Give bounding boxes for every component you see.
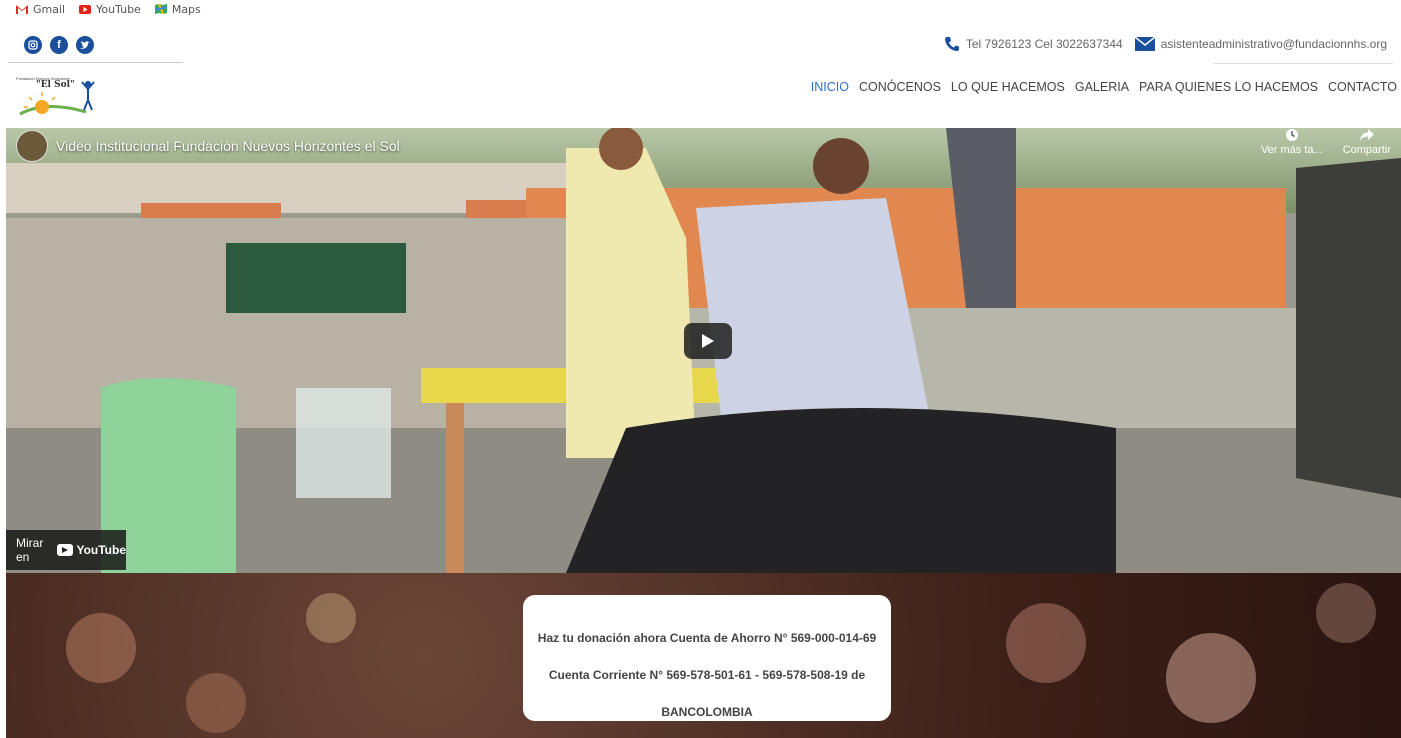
donation-card: Haz tu donación ahora Cuenta de Ahorro N…: [523, 595, 891, 721]
share-icon: [1359, 129, 1374, 141]
instagram-icon[interactable]: [24, 36, 42, 54]
watch-on-youtube-button[interactable]: Mirar en YouTube: [6, 530, 126, 570]
nav-item-para-quienes[interactable]: PARA QUIENES LO HACEMOS: [1139, 80, 1318, 94]
gmail-icon: [16, 4, 28, 14]
video-title[interactable]: Video Institucional Fundación Nuevos Hor…: [56, 138, 400, 154]
twitter-icon[interactable]: [76, 36, 94, 54]
bokeh-light: [1166, 633, 1256, 723]
bokeh-light: [66, 613, 136, 683]
watch-later-label: Ver más ta...: [1260, 144, 1323, 156]
logo-text: "El Sol": [36, 80, 75, 90]
site-logo[interactable]: Fundación Nuevos Horizontes "El Sol": [16, 74, 112, 116]
main-nav: INICIO CONÓCENOS LO QUE HACEMOS GALERIA …: [811, 80, 1397, 94]
video-toolbar: Ver más ta... Compartir: [1261, 128, 1391, 156]
bookmark-youtube[interactable]: YouTube: [79, 3, 141, 16]
nav-item-inicio[interactable]: INICIO: [811, 80, 849, 94]
facebook-icon[interactable]: f: [50, 36, 68, 54]
nav-item-contacto[interactable]: CONTACTO: [1328, 80, 1397, 94]
channel-avatar[interactable]: [16, 130, 48, 162]
share-button[interactable]: Compartir: [1343, 128, 1391, 156]
bookmark-maps[interactable]: Maps: [154, 2, 201, 16]
donation-line-2: Cuenta Corriente N° 569-578-501-61 - 569…: [548, 668, 866, 682]
play-icon: [702, 334, 714, 348]
email-link[interactable]: asistenteadministrativo@fundacionnhs.org: [1161, 37, 1387, 51]
mail-icon: [1134, 37, 1155, 51]
bookmark-label: Gmail: [33, 2, 66, 16]
youtube-logo: YouTube: [57, 543, 126, 557]
video-title-bar[interactable]: Video Institucional Fundación Nuevos Hor…: [16, 130, 400, 162]
maps-icon: [154, 4, 167, 14]
youtube-wordmark: YouTube: [76, 543, 126, 557]
divider: [1213, 63, 1393, 64]
watch-on-label: Mirar en: [16, 536, 44, 564]
donation-line-1: Haz tu donación ahora Cuenta de Ahorro N…: [537, 631, 877, 645]
nav-item-lo-que-hacemos[interactable]: LO QUE HACEMOS: [951, 80, 1065, 94]
bokeh-light: [1006, 603, 1086, 683]
nav-item-conocenos[interactable]: CONÓCENOS: [859, 80, 941, 94]
contact-info: Tel 7926123 Cel 3022637344 asistenteadmi…: [944, 36, 1387, 52]
bookmark-gmail[interactable]: Gmail: [16, 3, 65, 16]
phone-icon: [944, 37, 959, 51]
bokeh-light: [306, 593, 356, 643]
donation-section: Haz tu donación ahora Cuenta de Ahorro N…: [6, 573, 1401, 738]
bookmark-label: Maps: [171, 2, 201, 16]
watch-later-button[interactable]: Ver más ta...: [1261, 128, 1323, 156]
clock-icon: [1285, 129, 1298, 141]
nav-item-galeria[interactable]: GALERIA: [1075, 80, 1129, 94]
play-button[interactable]: [684, 323, 732, 359]
youtube-video-embed[interactable]: Video Institucional Fundación Nuevos Hor…: [6, 128, 1401, 573]
divider: [8, 62, 183, 63]
bookmark-label: YouTube: [96, 2, 141, 16]
youtube-play-icon: [57, 544, 74, 556]
share-label: Compartir: [1342, 144, 1391, 156]
youtube-icon: [79, 4, 92, 14]
phone-text[interactable]: Tel 7926123 Cel 3022637344: [966, 37, 1123, 51]
social-links: f: [24, 36, 94, 54]
bookmarks-bar: Gmail YouTube Maps: [0, 0, 1401, 18]
bokeh-light: [186, 673, 246, 733]
top-bar: f Tel 7926123 Cel 3022637344 asistentead…: [0, 26, 1401, 64]
bokeh-light: [1316, 583, 1376, 643]
donation-line-3: BANCOLOMBIA: [661, 705, 753, 719]
